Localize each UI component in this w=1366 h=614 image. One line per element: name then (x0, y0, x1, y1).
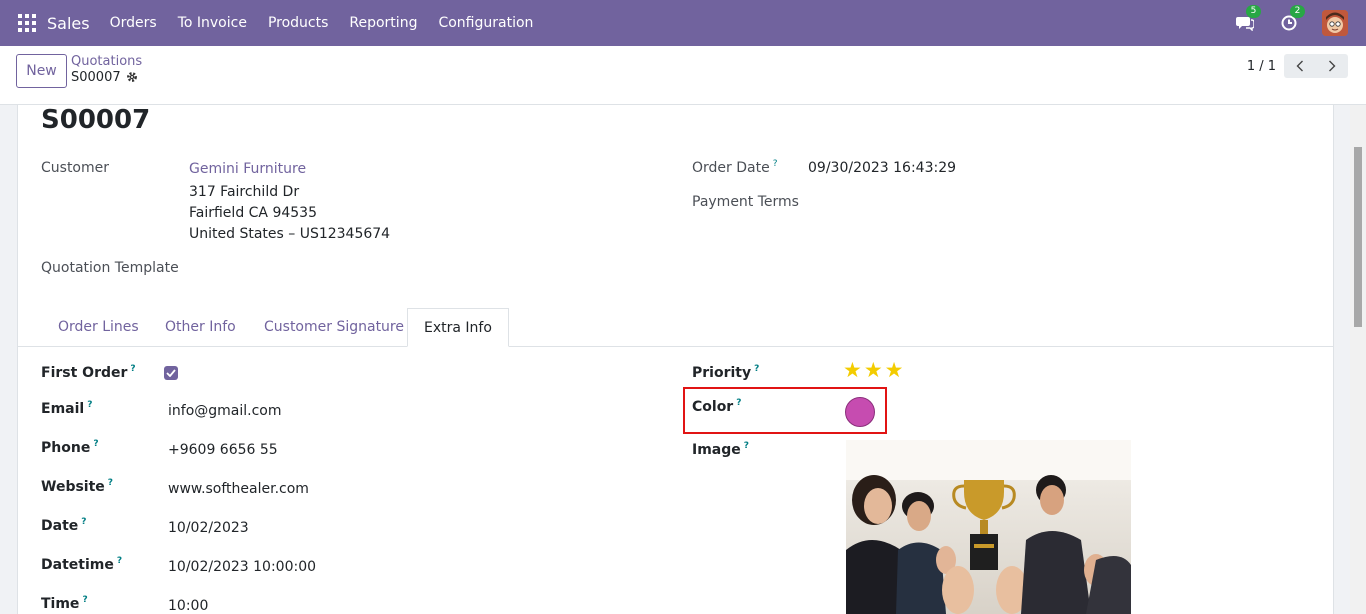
image-field[interactable] (846, 440, 1131, 614)
navbar-systray: 5 2 (1234, 0, 1366, 46)
help-tooltip-icon[interactable]: ? (773, 159, 778, 169)
email-value[interactable]: info@gmail.com (168, 403, 282, 419)
help-tooltip-icon[interactable]: ? (93, 439, 98, 449)
breadcrumb-current: S00007 (71, 70, 121, 85)
control-panel: New Quotations S00007 1 / 1 (0, 46, 1366, 105)
messages-button[interactable]: 5 (1234, 5, 1261, 34)
help-tooltip-icon[interactable]: ? (87, 400, 92, 410)
menu-orders[interactable]: Orders (110, 15, 157, 31)
scrollbar-thumb[interactable] (1354, 147, 1362, 327)
first-order-label: First Order (41, 365, 128, 381)
help-tooltip-icon[interactable]: ? (117, 556, 122, 566)
menu-reporting[interactable]: Reporting (349, 15, 417, 31)
date-value[interactable]: 10/02/2023 (168, 520, 249, 536)
tab-extra-info[interactable]: Extra Info (407, 308, 509, 347)
app-name[interactable]: Sales (47, 14, 90, 33)
new-button[interactable]: New (16, 54, 67, 88)
star-icon[interactable]: ★ (864, 360, 883, 381)
apps-menu-icon[interactable] (18, 14, 36, 32)
menu-to-invoice[interactable]: To Invoice (178, 15, 247, 31)
top-navbar: Sales Orders To Invoice Products Reporti… (0, 0, 1366, 46)
order-date-label: Order Date (692, 160, 770, 176)
help-tooltip-icon[interactable]: ? (754, 364, 759, 374)
datetime-label: Datetime (41, 557, 114, 573)
time-label: Time (41, 596, 80, 612)
customer-name-link[interactable]: Gemini Furniture (189, 161, 306, 177)
payment-terms-label: Payment Terms (692, 194, 799, 210)
tab-customer-signature[interactable]: Customer Signature (264, 308, 404, 347)
customer-address-line: 317 Fairchild Dr (189, 184, 300, 200)
page-scrollbar[interactable] (1350, 105, 1366, 614)
activities-button[interactable]: 2 (1278, 5, 1305, 34)
phone-value[interactable]: +9609 6656 55 (168, 442, 278, 458)
help-tooltip-icon[interactable]: ? (81, 517, 86, 527)
website-value[interactable]: www.softhealer.com (168, 481, 309, 497)
help-tooltip-icon[interactable]: ? (736, 398, 741, 408)
tab-other-info[interactable]: Other Info (165, 308, 236, 347)
phone-label: Phone (41, 440, 91, 456)
menu-products[interactable]: Products (268, 15, 328, 31)
record-title: S00007 (41, 105, 151, 135)
customer-label: Customer (41, 160, 110, 176)
check-icon (166, 369, 176, 377)
customer-address-line: United States – US12345674 (189, 226, 391, 242)
pager-previous-button[interactable] (1284, 54, 1316, 78)
time-value[interactable]: 10:00 (168, 598, 208, 614)
customer-address-line: Fairfield CA 94535 (189, 205, 317, 221)
pager-next-button[interactable] (1316, 54, 1348, 78)
activities-count-badge: 2 (1290, 5, 1305, 18)
gear-icon[interactable] (126, 71, 138, 87)
messages-count-badge: 5 (1246, 5, 1261, 18)
breadcrumb-quotations[interactable]: Quotations (71, 54, 142, 69)
priority-widget: ★ ★ ★ (843, 360, 903, 381)
chevron-right-icon (1329, 60, 1336, 72)
tab-order-lines[interactable]: Order Lines (58, 308, 139, 347)
priority-label: Priority (692, 365, 752, 381)
help-tooltip-icon[interactable]: ? (130, 364, 135, 374)
datetime-value[interactable]: 10/02/2023 10:00:00 (168, 559, 316, 575)
form-sheet: S00007 Customer Gemini Furniture 317 Fai… (17, 105, 1334, 614)
star-icon[interactable]: ★ (885, 360, 904, 381)
website-label: Website (41, 479, 105, 495)
date-label: Date (41, 518, 79, 534)
menu-configuration[interactable]: Configuration (438, 15, 533, 31)
pager-value[interactable]: 1 / 1 (1247, 59, 1276, 74)
color-label: Color (692, 399, 734, 415)
help-tooltip-icon[interactable]: ? (744, 441, 749, 451)
help-tooltip-icon[interactable]: ? (82, 595, 87, 605)
order-date-value[interactable]: 09/30/2023 16:43:29 (808, 160, 956, 176)
email-label: Email (41, 401, 85, 417)
chevron-left-icon (1296, 60, 1303, 72)
quotation-template-label: Quotation Template (41, 260, 179, 276)
image-label: Image (692, 442, 741, 458)
first-order-checkbox[interactable] (164, 366, 178, 380)
help-tooltip-icon[interactable]: ? (108, 478, 113, 488)
color-picker[interactable] (845, 397, 875, 427)
user-avatar[interactable] (1322, 10, 1348, 36)
star-icon[interactable]: ★ (843, 360, 862, 381)
